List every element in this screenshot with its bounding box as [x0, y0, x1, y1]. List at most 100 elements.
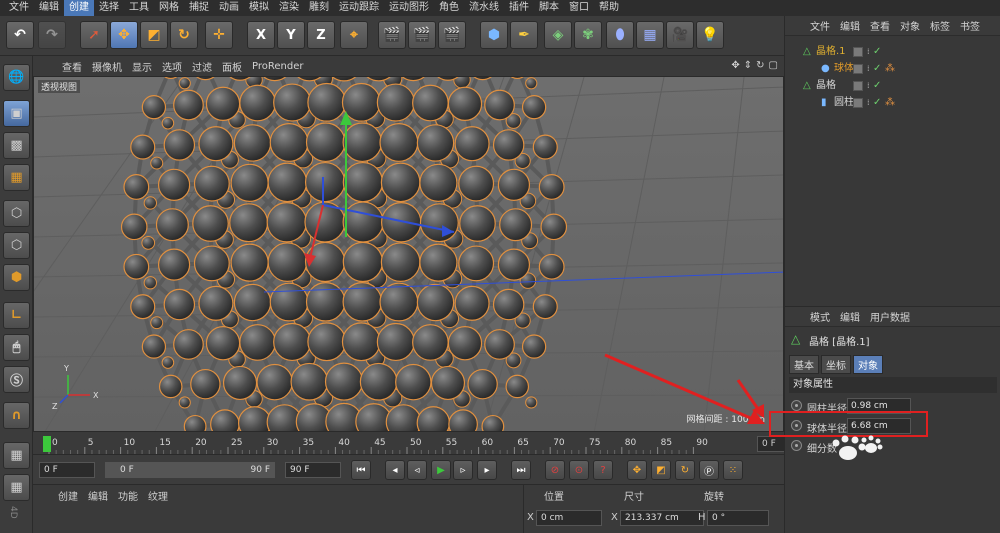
position-x-field[interactable]: 0 cm	[536, 510, 602, 526]
object-row[interactable]: △ 晶格.1 ⁞ ✓	[785, 44, 1000, 60]
object-row[interactable]: △ 晶格 ⁞ ✓	[785, 78, 1000, 94]
layer-box[interactable]	[853, 47, 863, 57]
attribute-menu-item[interactable]: 用户数据	[865, 309, 915, 324]
workplane-grid-button[interactable]: ▦	[3, 474, 30, 501]
cube-button[interactable]: ⬢	[480, 21, 508, 49]
deformer-button[interactable]: ⬮	[606, 21, 634, 49]
floor-button[interactable]: ▦	[636, 21, 664, 49]
material-menu-item[interactable]: 编辑	[83, 488, 113, 503]
cloner-button[interactable]: ✾	[574, 21, 602, 49]
material-menu-item[interactable]: 创建	[53, 488, 83, 503]
playhead[interactable]	[43, 436, 51, 452]
layer-box[interactable]	[853, 81, 863, 91]
axis-mode-button[interactable]: ∟	[3, 302, 30, 329]
model-mode-button[interactable]: ▣	[3, 100, 30, 127]
perspective-viewport[interactable]: Y X Z 透视视图 网格间距 : 100 cm	[33, 76, 784, 432]
key-position-button[interactable]: ✥	[627, 460, 647, 480]
visibility-dots-icon[interactable]: ⁞	[867, 61, 870, 77]
end-frame-field[interactable]: 90 F	[285, 462, 341, 478]
object-menu-item[interactable]: 查看	[865, 18, 895, 33]
menu-item[interactable]: 网格	[154, 0, 184, 16]
points-mode-button[interactable]: ⬡	[3, 200, 30, 227]
texture-mode-button[interactable]: ▩	[3, 132, 30, 159]
enabled-check-icon[interactable]: ✓	[873, 44, 881, 60]
menu-item[interactable]: 渲染	[274, 0, 304, 16]
enabled-check-icon[interactable]: ✓	[873, 61, 881, 77]
menu-item[interactable]: 编辑	[34, 0, 64, 16]
light-button[interactable]: 💡	[696, 21, 724, 49]
rotate-view-icon[interactable]: ↻	[756, 60, 764, 71]
make-editable-button[interactable]: 🌐	[3, 64, 30, 91]
key-scale-button[interactable]: ◩	[651, 460, 671, 480]
x-axis-button[interactable]: X	[247, 21, 275, 49]
rotation-h-field[interactable]: 0 °	[707, 510, 769, 526]
snap-button[interactable]: Ⓢ	[3, 366, 30, 393]
menu-item[interactable]: 模拟	[244, 0, 274, 16]
timeline[interactable]: 0 5 10 15 20 25 30 35 40 45 50 55 60 65 70 75 80 85 90 0 F	[33, 433, 805, 455]
edges-mode-button[interactable]: ⬡	[3, 232, 30, 259]
menu-item[interactable]: 动画	[214, 0, 244, 16]
attribute-menu-item[interactable]: 编辑	[835, 309, 865, 324]
menu-item[interactable]: 角色	[434, 0, 464, 16]
render-picture-button[interactable]: 🎬	[408, 21, 436, 49]
size-x-field[interactable]: 213.337 cm	[620, 510, 704, 526]
workplane-button[interactable]: ▦	[3, 164, 30, 191]
object-menu-item[interactable]: 文件	[805, 18, 835, 33]
key-rotate-button[interactable]: ↻	[675, 460, 695, 480]
polygons-mode-button[interactable]: ⬢	[3, 264, 30, 291]
z-axis-button[interactable]: Z	[307, 21, 335, 49]
prev-frame-button[interactable]: ◃	[407, 460, 427, 480]
key-param-button[interactable]: Ⓟ	[699, 460, 719, 480]
coordinate-system-button[interactable]: ⌖	[340, 21, 368, 49]
key-pla-button[interactable]: ⁙	[723, 460, 743, 480]
material-tag-icon[interactable]: ⁂	[885, 95, 895, 111]
layer-box[interactable]	[853, 98, 863, 108]
redo-button[interactable]: ↷	[38, 21, 66, 49]
move-view-icon[interactable]: ✥	[731, 60, 739, 71]
viewport-menu-item[interactable]: 显示	[127, 59, 157, 74]
start-frame-field[interactable]: 0 F	[39, 462, 95, 478]
maximize-view-icon[interactable]: ▢	[769, 60, 778, 71]
visibility-dots-icon[interactable]: ⁞	[867, 78, 870, 94]
enabled-check-icon[interactable]: ✓	[873, 95, 881, 111]
play-button[interactable]: ▶	[431, 460, 451, 480]
menu-item[interactable]: 选择	[94, 0, 124, 16]
menu-item[interactable]: 捕捉	[184, 0, 214, 16]
object-menu-item[interactable]: 对象	[895, 18, 925, 33]
pen-button[interactable]: ✒	[510, 21, 538, 49]
render-settings-button[interactable]: 🎬	[438, 21, 466, 49]
menu-item[interactable]: 脚本	[534, 0, 564, 16]
undo-button[interactable]: ↶	[6, 21, 34, 49]
attribute-menu-item[interactable]: 模式	[805, 309, 835, 324]
range-slider[interactable]: 0 F 90 F	[105, 462, 275, 478]
menu-item[interactable]: 工具	[124, 0, 154, 16]
record-position-button[interactable]: ⊘	[545, 460, 565, 480]
attribute-tab[interactable]: 对象	[853, 355, 883, 374]
object-row[interactable]: ● 球体 ⁞ ✓ ⁂	[785, 61, 1000, 77]
viewport-menu-item[interactable]: 选项	[157, 59, 187, 74]
menu-item[interactable]: 流水线	[464, 0, 504, 16]
material-tag-icon[interactable]: ⁂	[885, 61, 895, 77]
scale-tool-button[interactable]: ◩	[140, 21, 168, 49]
viewport-menu-item[interactable]: 摄像机	[87, 59, 127, 74]
keyframe-help-button[interactable]: ?	[593, 460, 613, 480]
menu-item[interactable]: 帮助	[594, 0, 624, 16]
goto-end-button[interactable]: ⏭	[511, 460, 531, 480]
recent-tool-button[interactable]: ✛	[205, 21, 233, 49]
object-menu-item[interactable]: 书签	[955, 18, 985, 33]
menu-item[interactable]: 窗口	[564, 0, 594, 16]
material-menu-item[interactable]: 功能	[113, 488, 143, 503]
menu-item[interactable]: 运动图形	[384, 0, 434, 16]
prev-key-button[interactable]: ◂	[385, 460, 405, 480]
viewport-menu-item[interactable]: ProRender	[247, 61, 308, 72]
autokey-button[interactable]: ⊙	[569, 460, 589, 480]
lock-workplane-button[interactable]: ▦	[3, 442, 30, 469]
camera-button[interactable]: 🎥	[666, 21, 694, 49]
attribute-tab[interactable]: 基本	[789, 355, 819, 374]
menu-item[interactable]: 雕刻	[304, 0, 334, 16]
tweak-mode-button[interactable]: 🖱	[3, 334, 30, 361]
visibility-dots-icon[interactable]: ⁞	[867, 95, 870, 111]
anim-radio[interactable]	[791, 440, 802, 451]
rotate-tool-button[interactable]: ↻	[170, 21, 198, 49]
next-key-button[interactable]: ▸	[477, 460, 497, 480]
